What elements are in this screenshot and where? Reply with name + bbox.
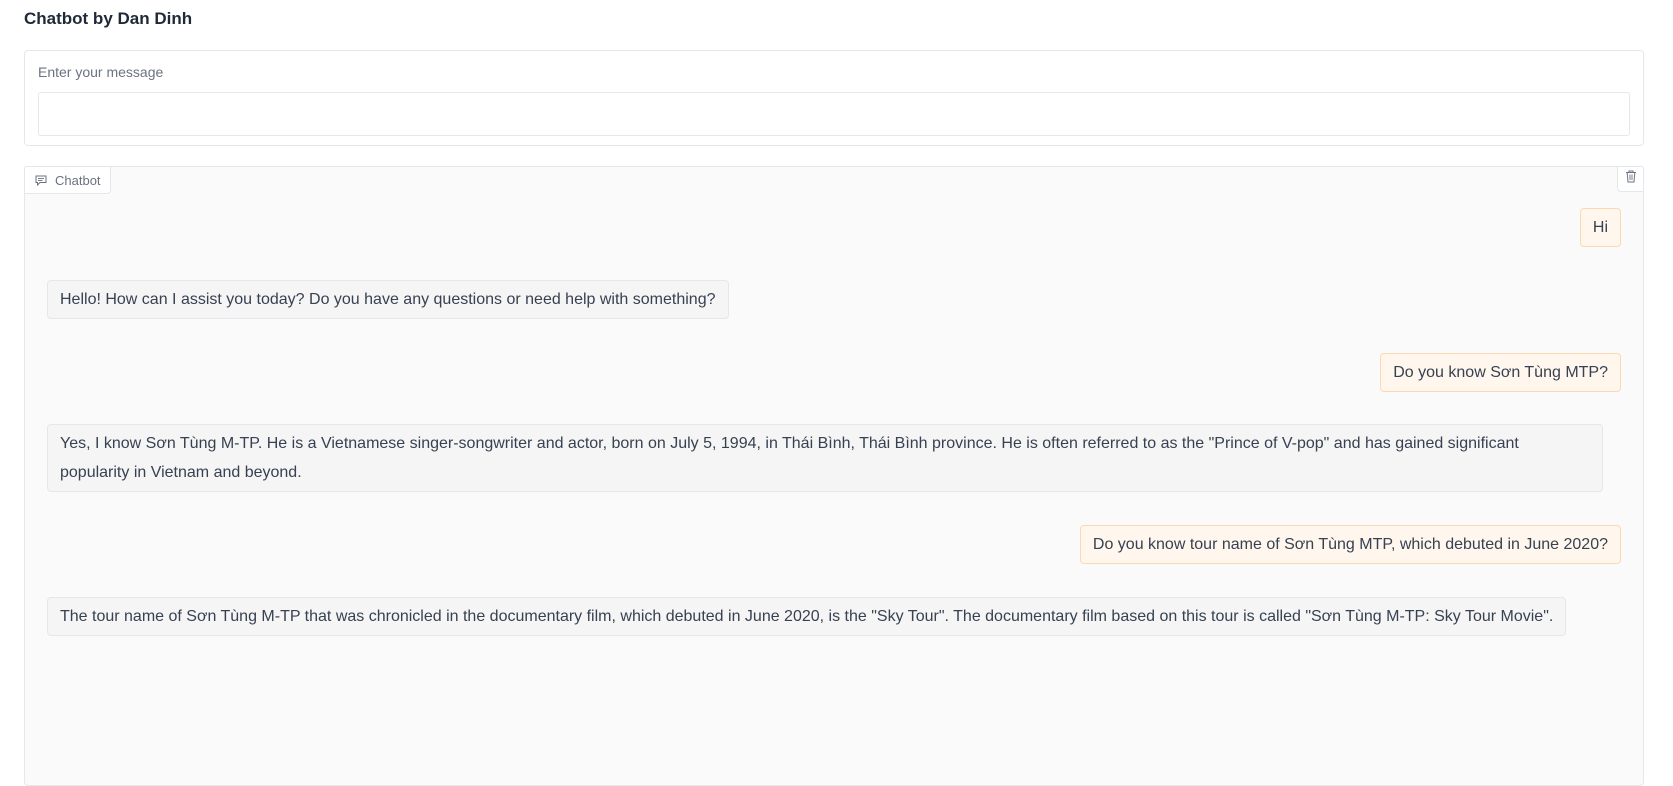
message-input[interactable]	[38, 92, 1630, 136]
chatbot-tab: Chatbot	[24, 166, 111, 194]
bot-message: The tour name of Sơn Tùng M-TP that was …	[47, 597, 1567, 636]
bot-message: Hello! How can I assist you today? Do yo…	[47, 280, 729, 319]
trash-icon	[1625, 170, 1637, 188]
chatbot-panel: Chatbot Hi Hello! How can I assist you t…	[24, 166, 1644, 786]
clear-chat-button[interactable]	[1617, 166, 1644, 192]
message-input-label: Enter your message	[38, 64, 164, 80]
bot-message: Yes, I know Sơn Tùng M-TP. He is a Vietn…	[47, 424, 1603, 492]
chatbot-tab-label: Chatbot	[55, 172, 101, 188]
user-message: Do you know tour name of Sơn Tùng MTP, w…	[1079, 525, 1621, 564]
message-input-block: Enter your message	[24, 50, 1644, 146]
app-title: Chatbot by Dan Dinh	[24, 9, 193, 28]
user-message: Do you know Sơn Tùng MTP?	[1380, 353, 1621, 392]
user-message: Hi	[1579, 208, 1621, 247]
chat-icon	[35, 175, 47, 186]
